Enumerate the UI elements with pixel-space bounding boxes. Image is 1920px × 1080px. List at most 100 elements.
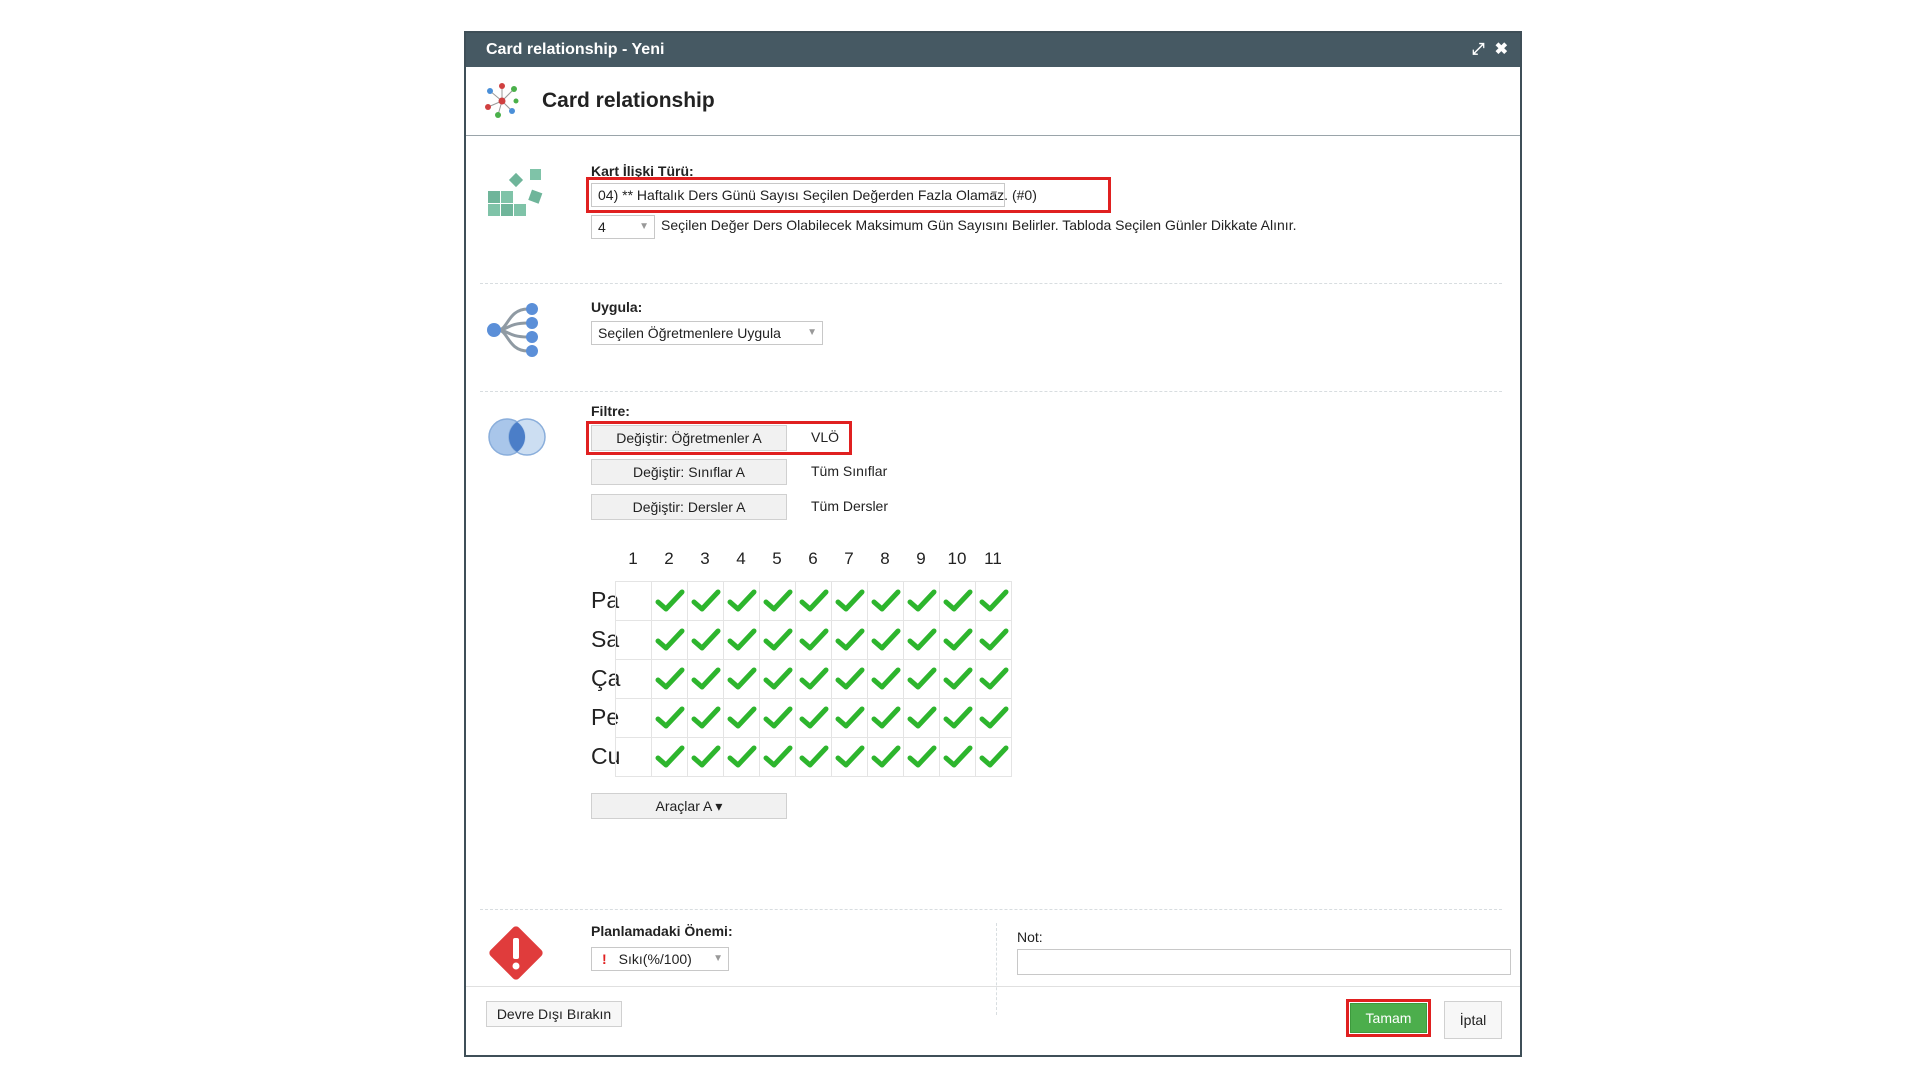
schedule-cell[interactable] xyxy=(867,581,904,621)
apply-select[interactable]: Seçilen Öğretmenlere Uygula ▼ xyxy=(591,321,823,345)
schedule-cell[interactable] xyxy=(759,581,796,621)
schedule-column-header: 7 xyxy=(844,549,854,568)
schedule-cell[interactable] xyxy=(615,737,652,777)
schedule-cell[interactable] xyxy=(939,659,976,699)
checkmark-icon xyxy=(979,628,1008,651)
change-lessons-button[interactable]: Değiştir: Dersler A xyxy=(591,494,787,520)
schedule-cell[interactable] xyxy=(903,620,940,660)
schedule-cell[interactable] xyxy=(651,737,688,777)
note-input[interactable] xyxy=(1017,949,1511,975)
schedule-cell[interactable] xyxy=(795,659,832,699)
checkmark-icon xyxy=(871,745,900,768)
checkmark-icon xyxy=(835,628,864,651)
classes-filter-value: Tüm Sınıflar xyxy=(811,463,888,479)
checkmark-icon xyxy=(943,706,972,729)
schedule-cell[interactable] xyxy=(651,659,688,699)
schedule-cell[interactable] xyxy=(939,698,976,738)
schedule-cell[interactable] xyxy=(975,737,1012,777)
schedule-cell[interactable] xyxy=(867,620,904,660)
schedule-column-header: 5 xyxy=(772,549,782,568)
schedule-cell[interactable] xyxy=(723,620,760,660)
schedule-cell[interactable] xyxy=(939,620,976,660)
schedule-row xyxy=(615,620,1012,660)
schedule-cell[interactable] xyxy=(975,698,1012,738)
schedule-cell[interactable] xyxy=(903,698,940,738)
schedule-row xyxy=(615,659,1012,699)
checkmark-icon xyxy=(691,706,720,729)
schedule-cell[interactable] xyxy=(795,698,832,738)
schedule-cell[interactable] xyxy=(759,620,796,660)
schedule-cell[interactable] xyxy=(723,737,760,777)
schedule-cell[interactable] xyxy=(615,620,652,660)
schedule-cell[interactable] xyxy=(975,659,1012,699)
schedule-cell[interactable] xyxy=(615,698,652,738)
schedule-grid[interactable] xyxy=(615,581,1012,777)
ok-button[interactable]: Tamam xyxy=(1350,1003,1427,1033)
schedule-cell[interactable] xyxy=(651,581,688,621)
schedule-cell[interactable] xyxy=(687,698,724,738)
schedule-cell[interactable] xyxy=(831,581,868,621)
tools-menu-button[interactable]: Araçlar A ▾ xyxy=(591,793,787,819)
schedule-cell[interactable] xyxy=(615,581,652,621)
checkmark-icon xyxy=(655,667,684,690)
change-classes-button[interactable]: Değiştir: Sınıflar A xyxy=(591,459,787,485)
schedule-cell[interactable] xyxy=(795,620,832,660)
window-titlebar[interactable]: Card relationship - Yeni ⤢ ✖ xyxy=(466,33,1520,67)
note-label: Not: xyxy=(1017,929,1043,945)
checkmark-icon xyxy=(763,745,792,768)
schedule-cell[interactable] xyxy=(831,620,868,660)
schedule-cell[interactable] xyxy=(939,737,976,777)
checkmark-icon xyxy=(979,667,1008,690)
checkmark-icon xyxy=(691,589,720,612)
checkmark-icon xyxy=(763,589,792,612)
schedule-cell[interactable] xyxy=(831,698,868,738)
schedule-column-header: 4 xyxy=(736,549,746,568)
schedule-cell[interactable] xyxy=(903,737,940,777)
schedule-cell[interactable] xyxy=(939,581,976,621)
card-relationship-dialog: Card relationship - Yeni ⤢ ✖ Card relati… xyxy=(464,31,1522,1057)
schedule-cell[interactable] xyxy=(831,659,868,699)
schedule-cell[interactable] xyxy=(867,698,904,738)
schedule-cell[interactable] xyxy=(831,737,868,777)
disable-button[interactable]: Devre Dışı Bırakın xyxy=(486,1001,622,1027)
importance-select[interactable]: ! Sıkı(%/100) ▼ xyxy=(591,947,729,971)
schedule-cell[interactable] xyxy=(651,698,688,738)
checkmark-icon xyxy=(835,589,864,612)
schedule-row xyxy=(615,581,1012,621)
schedule-cell[interactable] xyxy=(975,581,1012,621)
checkmark-icon xyxy=(835,706,864,729)
schedule-cell[interactable] xyxy=(723,581,760,621)
schedule-cell[interactable] xyxy=(759,737,796,777)
schedule-cell[interactable] xyxy=(867,737,904,777)
schedule-cell[interactable] xyxy=(759,659,796,699)
schedule-cell[interactable] xyxy=(687,581,724,621)
checkmark-icon xyxy=(727,589,756,612)
checkmark-icon xyxy=(727,706,756,729)
schedule-row xyxy=(615,737,1012,777)
chevron-down-icon: ▼ xyxy=(807,327,817,338)
checkmark-icon xyxy=(943,667,972,690)
schedule-cell[interactable] xyxy=(723,659,760,699)
schedule-cell[interactable] xyxy=(903,581,940,621)
schedule-cell[interactable] xyxy=(723,698,760,738)
schedule-cell[interactable] xyxy=(975,620,1012,660)
close-icon[interactable]: ✖ xyxy=(1495,33,1508,67)
schedule-cell[interactable] xyxy=(759,698,796,738)
checkmark-icon xyxy=(691,628,720,651)
schedule-cell[interactable] xyxy=(651,620,688,660)
schedule-cell[interactable] xyxy=(687,737,724,777)
checkmark-icon xyxy=(871,589,900,612)
schedule-column-header: 9 xyxy=(916,549,926,568)
venn-diagram-icon xyxy=(488,418,546,456)
cancel-button[interactable]: İptal xyxy=(1444,1001,1502,1039)
max-days-select[interactable]: 4 ▼ xyxy=(591,215,655,239)
schedule-cell[interactable] xyxy=(687,620,724,660)
schedule-cell[interactable] xyxy=(795,581,832,621)
schedule-cell[interactable] xyxy=(867,659,904,699)
schedule-cell[interactable] xyxy=(903,659,940,699)
schedule-cell[interactable] xyxy=(795,737,832,777)
schedule-column-header: 1 xyxy=(628,549,638,568)
expand-icon[interactable]: ⤢ xyxy=(1472,33,1485,67)
schedule-cell[interactable] xyxy=(615,659,652,699)
schedule-cell[interactable] xyxy=(687,659,724,699)
